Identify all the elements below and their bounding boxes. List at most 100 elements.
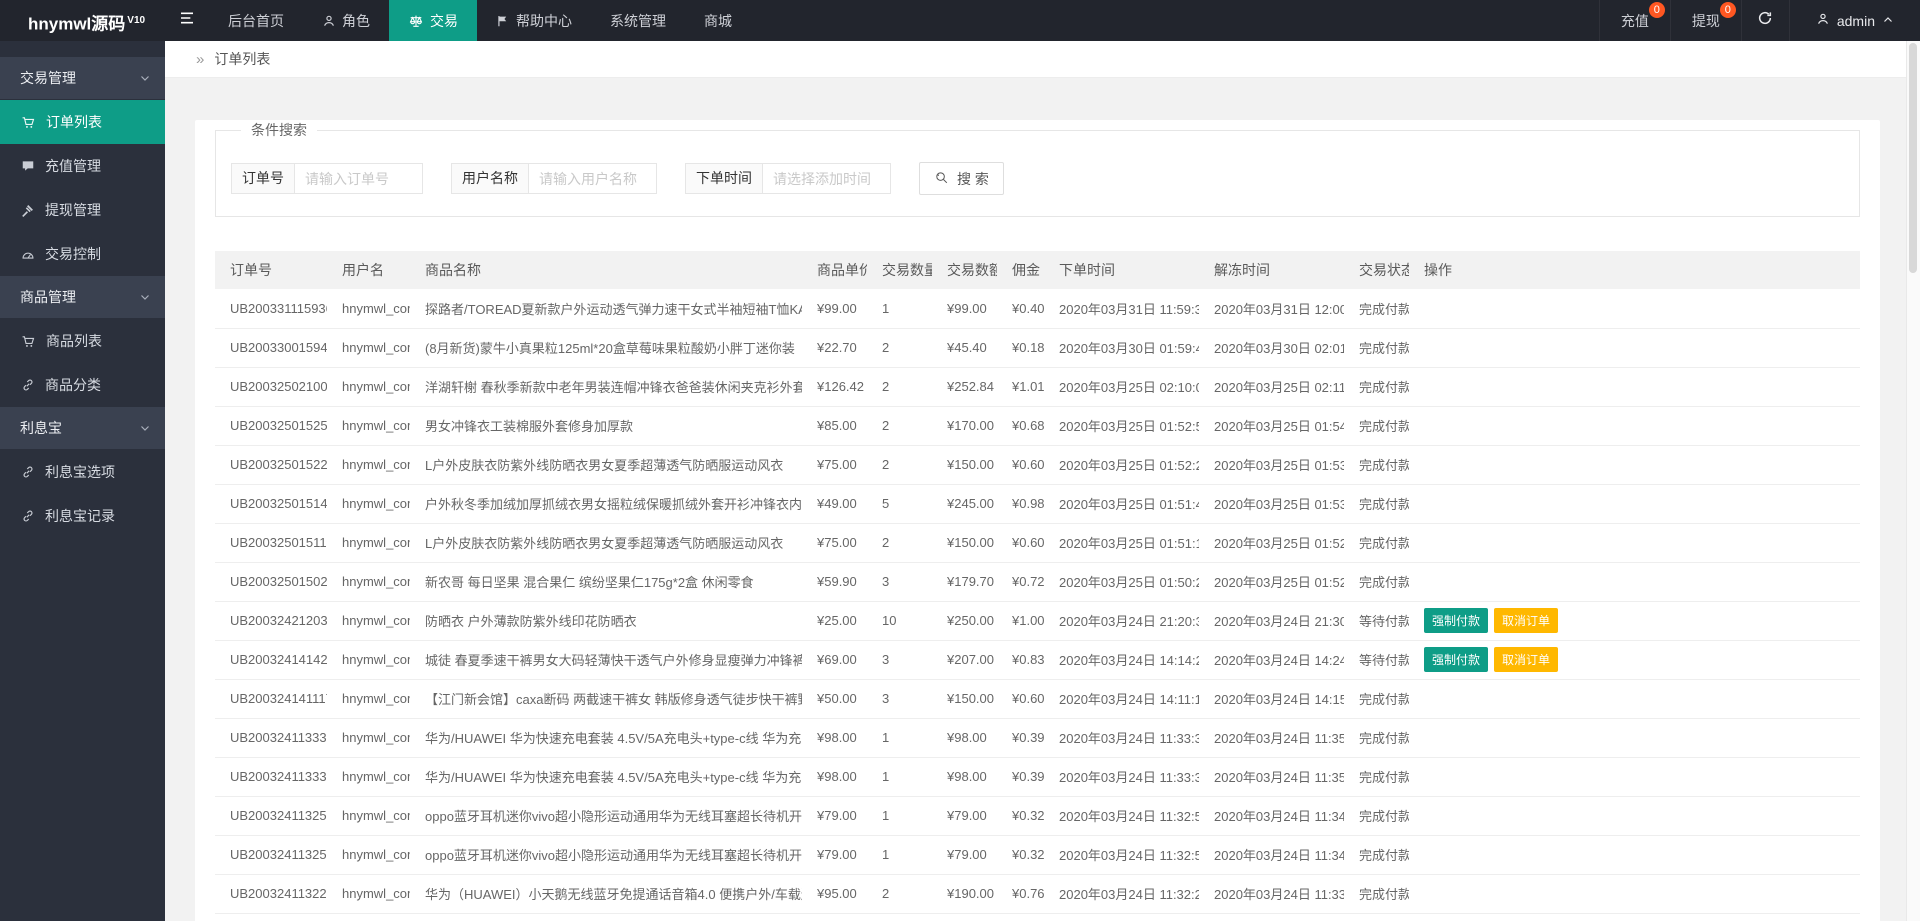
cell-trade-amount: ¥170.00 [932,406,997,446]
user-name: admin [1836,12,1875,29]
force-pay-button[interactable]: 强制付款 [1424,608,1489,633]
cell-unfreeze-time: 2020年03月24日 11:34:10 [1199,796,1344,836]
top-menu-item[interactable]: 帮助中心 [477,0,591,41]
user-menu[interactable]: admin [1788,0,1920,41]
top-menu-label: 系统管理 [610,12,666,29]
table-header-row: 订单号 用户名 商品名称 商品单价 交易数量 交易数额 佣金 下单时间 解冻时间 交易状态 操作 [215,251,1860,289]
search-button[interactable]: 搜 索 [919,162,1004,195]
sidebar-item-利息宝记录[interactable]: 利息宝记录 [0,494,165,538]
cell-product-name: L户外皮肤衣防紫外线防晒衣男女夏季超薄透气防晒服运动风衣 [410,523,802,563]
sidebar-item-商品分类[interactable]: 商品分类 [0,363,165,407]
table-row: UB2003242120308856hnymwl_com防晒衣 户外薄款防紫外线… [215,601,1860,641]
cell-unit-price: ¥69.00 [802,640,867,680]
search-button-label: 搜 索 [957,170,989,187]
top-menu-item[interactable]: 系统管理 [591,0,685,41]
table-row: UB2003250150298920hnymwl_com新农哥 每日坚果 混合果… [215,562,1860,602]
cell-username: hnymwl_com [327,445,410,485]
cell-unit-price: ¥99.00 [802,289,867,329]
cell-commission: ¥0.18 [997,328,1044,368]
cell-unit-price: ¥75.00 [802,445,867,485]
cell-trade-qty: 1 [867,796,932,836]
cell-trade-qty: 2 [867,328,932,368]
sidebar-item-利息宝选项[interactable]: 利息宝选项 [0,450,165,494]
sidebar-item-充值管理[interactable]: 充值管理 [0,144,165,188]
cell-commission: ¥1.00 [997,601,1044,641]
table-row: UB2003241132522732hnymwl_comoppo蓝牙耳机迷你vi… [215,835,1860,875]
field-input-用户名称[interactable] [529,163,657,194]
cell-username: hnymwl_com [327,406,410,446]
sidebar-item-交易控制[interactable]: 交易控制 [0,232,165,276]
table-row: UB2003250151435387hnymwl_com户外秋冬季加绒加厚抓绒衣… [215,484,1860,524]
table-row: UB2003241133302581hnymwl_com华为/HUAWEI 华为… [215,757,1860,797]
cell-unit-price: ¥59.90 [802,562,867,602]
shortcut-提现[interactable]: 提现 0 [1669,0,1741,41]
sidebar-group-商品管理[interactable]: 商品管理 [0,276,165,318]
cell-trade-status: 完成付款 [1344,445,1409,485]
cell-order-time: 2020年03月24日 11:32:26 [1044,874,1199,914]
cell-trade-amount: ¥252.84 [932,367,997,407]
table-row: UB2003250210036810hnymwl_com洋湖轩榭 春秋季新款中老… [215,367,1860,407]
cell-actions: 强制付款 取消订单 [1409,640,1860,680]
topbar-shortcuts: 充值 0 提现 0 [1598,0,1741,41]
hamburger-icon [179,10,195,31]
cell-trade-status: 完成付款 [1344,484,1409,524]
chevron-up-icon [1882,13,1894,29]
cell-trade-status: 完成付款 [1344,835,1409,875]
cell-unfreeze-time: 2020年03月25日 01:53:46 [1199,445,1344,485]
field-label: 订单号 [231,163,295,194]
cell-trade-amount: ¥150.00 [932,523,997,563]
cell-commission: ¥0.32 [997,835,1044,875]
cell-order-time: 2020年03月30日 01:59:47 [1044,328,1199,368]
sidebar-item-label: 充值管理 [45,158,101,174]
cell-trade-amount: ¥207.00 [932,640,997,680]
cancel-order-button[interactable]: 取消订单 [1494,608,1559,633]
cell-trade-status: 完成付款 [1344,523,1409,563]
cell-order-no: UB2003241133302582 [215,718,327,758]
order-table-body: UB2003311159366848hnymwl_com探路者/TOREAD夏新… [215,289,1860,914]
cell-trade-qty: 2 [867,406,932,446]
count-badge: 0 [1719,2,1736,18]
field-input-订单号[interactable] [295,163,423,194]
cell-order-time: 2020年03月25日 01:50:29 [1044,562,1199,602]
cell-order-no: UB2003300159471543 [215,328,327,368]
cell-commission: ¥0.98 [997,484,1044,524]
sidebar-item-订单列表[interactable]: 订单列表 [0,100,165,144]
cell-trade-amount: ¥79.00 [932,835,997,875]
chevron-down-icon [139,276,151,318]
sidebar-item-提现管理[interactable]: 提现管理 [0,188,165,232]
top-menu-label: 后台首页 [228,12,284,29]
cell-unit-price: ¥25.00 [802,601,867,641]
top-menu-item[interactable]: 角色 [303,0,389,41]
shortcut-充值[interactable]: 充值 0 [1598,0,1670,41]
sidebar-item-商品列表[interactable]: 商品列表 [0,319,165,363]
cell-trade-qty: 10 [867,601,932,641]
cell-order-time: 2020年03月25日 02:10:03 [1044,367,1199,407]
content-card: 条件搜索 订单号用户名称下单时间 搜 索 订单号用户名商品名称商品单价交易数量交… [195,120,1880,921]
search-panel-legend: 条件搜索 [251,122,307,138]
chevron-down-icon [139,57,151,99]
sidebar-group-利息宝[interactable]: 利息宝 [0,407,165,449]
force-pay-button[interactable]: 强制付款 [1424,647,1489,672]
top-menu-item[interactable]: 商城 [685,0,751,41]
cancel-order-button[interactable]: 取消订单 [1494,647,1559,672]
hamburger-menu-button[interactable] [165,0,209,41]
top-menu-label: 商城 [704,12,732,29]
cell-trade-status: 完成付款 [1344,328,1409,368]
cell-order-time: 2020年03月24日 21:20:30 [1044,601,1199,641]
cell-unit-price: ¥79.00 [802,835,867,875]
cell-actions [1409,562,1860,602]
cell-unit-price: ¥126.42 [802,367,867,407]
scales-icon [408,13,424,29]
cell-order-no: UB2003241132522732 [215,835,327,875]
top-menu-item[interactable]: 交易 [389,0,477,41]
field-input-下单时间[interactable] [763,163,891,194]
top-menu-item[interactable]: 后台首页 [209,0,303,41]
refresh-button[interactable] [1740,0,1789,41]
sidebar-group-交易管理[interactable]: 交易管理 [0,57,165,99]
scrollbar-thumb[interactable] [1909,43,1917,273]
cell-commission: ¥0.39 [997,757,1044,797]
user-icon [322,14,336,28]
scrollbar-track[interactable] [1906,41,1920,921]
breadcrumb-arrow-icon: » [196,51,205,68]
count-badge: 0 [1648,2,1665,18]
